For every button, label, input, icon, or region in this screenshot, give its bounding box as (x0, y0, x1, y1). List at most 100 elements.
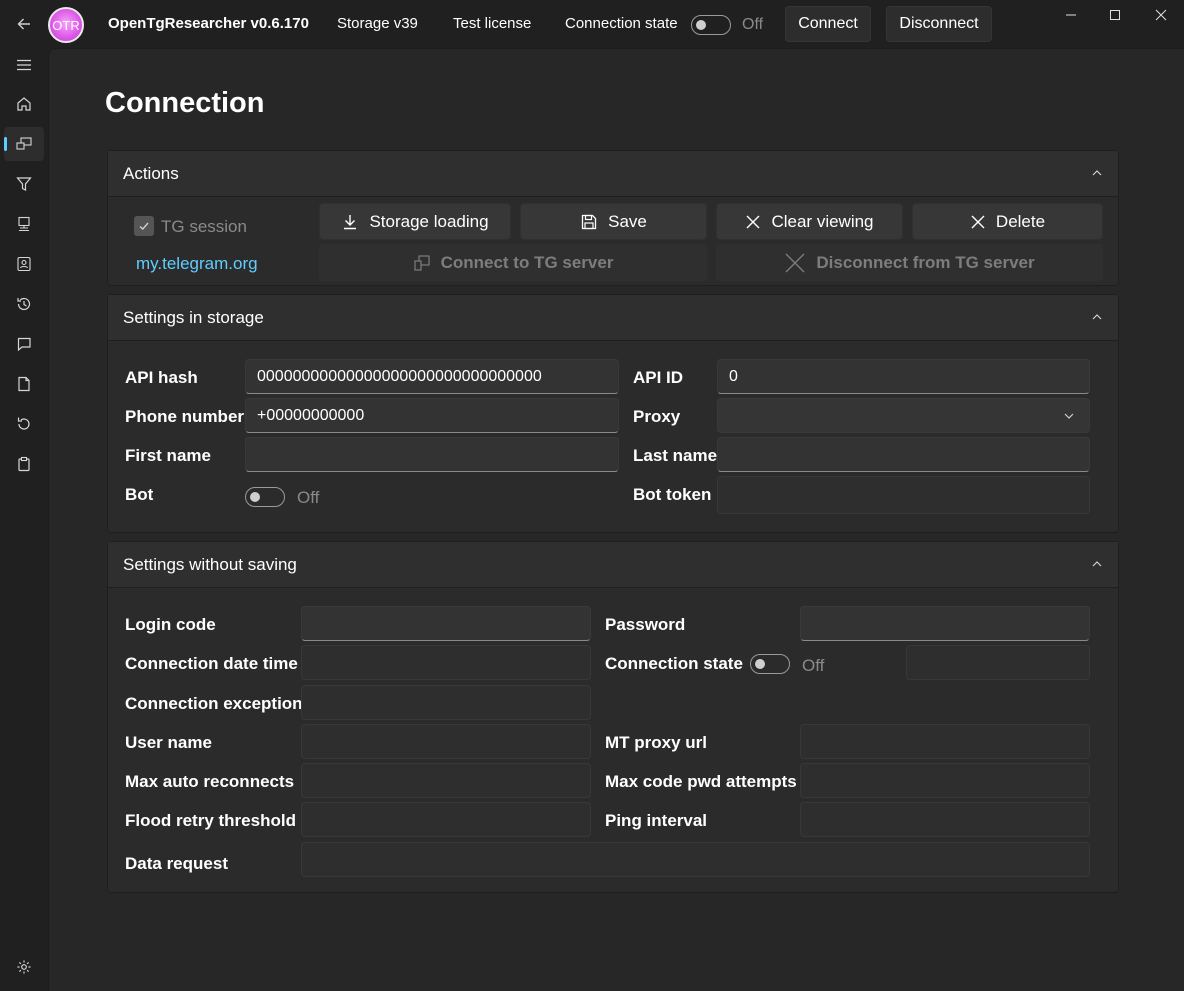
app-title: OpenTgResearcher v0.6.170 (108, 15, 309, 32)
api-hash-input[interactable]: 00000000000000000000000000000000 (245, 359, 619, 394)
last-name-label: Last name (633, 446, 718, 465)
contacts-icon (17, 256, 31, 272)
close-icon (1155, 9, 1167, 21)
clear-viewing-label: Clear viewing (771, 211, 874, 231)
clear-viewing-button[interactable]: Clear viewing (716, 203, 903, 240)
mt-proxy-url-field (800, 724, 1090, 759)
first-name-label: First name (125, 446, 211, 465)
chevron-up-icon[interactable] (1090, 557, 1104, 571)
actions-panel: Actions TG session my.telegram.org Stora… (107, 150, 1119, 286)
flood-retry-threshold-label: Flood retry threshold (125, 811, 296, 830)
nosave-settings-header[interactable]: Settings without saving (108, 542, 1118, 588)
sidebar-item-connection[interactable] (4, 127, 44, 161)
connection-icon (413, 254, 430, 271)
nosave-settings-panel: Settings without saving Login code Passw… (107, 541, 1119, 893)
download-icon (344, 214, 357, 229)
sidebar-item-clipboard[interactable] (4, 447, 44, 481)
connection-state-field (906, 645, 1090, 680)
sidebar-item-filter[interactable] (4, 167, 44, 201)
storage-settings-header-title: Settings in storage (123, 307, 264, 327)
app-logo-text: OTR (52, 17, 80, 33)
connection-exception-label: Connection exception (125, 694, 303, 713)
bot-token-input[interactable] (717, 476, 1090, 514)
sidebar-item-home[interactable] (4, 87, 44, 121)
home-icon (17, 97, 31, 111)
sidebar-menu[interactable] (4, 48, 44, 82)
arrow-left-icon (17, 18, 30, 30)
login-code-label: Login code (125, 615, 216, 634)
connection-datetime-label: Connection date time (125, 654, 298, 673)
save-icon (581, 214, 597, 229)
max-auto-reconnects-label: Max auto reconnects (125, 772, 295, 791)
bot-label: Bot (125, 485, 154, 504)
minimize-button[interactable] (1056, 4, 1086, 26)
nosave-settings-header-title: Settings without saving (123, 554, 297, 574)
save-button[interactable]: Save (520, 203, 707, 240)
bot-state: Off (297, 488, 320, 507)
proxy-select[interactable] (717, 398, 1090, 433)
sidebar-item-client[interactable] (4, 207, 44, 241)
storage-settings-header[interactable]: Settings in storage (108, 295, 1118, 341)
mt-proxy-url-label: MT proxy url (605, 733, 708, 752)
checkmark-icon (139, 222, 149, 230)
sidebar-item-chat[interactable] (4, 327, 44, 361)
minimize-icon (1066, 14, 1076, 16)
storage-loading-button[interactable]: Storage loading (319, 203, 511, 240)
bot-toggle[interactable] (245, 487, 285, 507)
disconnect-button[interactable]: Disconnect (886, 6, 992, 42)
document-icon (18, 376, 30, 392)
disconnect-tg-server-button[interactable]: Disconnect from TG server (716, 244, 1103, 281)
connect-tg-server-button[interactable]: Connect to TG server (319, 244, 707, 281)
sidebar-item-settings[interactable] (4, 950, 44, 984)
chevron-up-icon[interactable] (1090, 166, 1104, 180)
user-name-label: User name (125, 733, 212, 752)
max-code-pwd-attempts-label: Max code pwd attempts (605, 772, 797, 791)
sidebar (0, 48, 48, 991)
delete-button[interactable]: Delete (912, 203, 1103, 240)
connection-icon (16, 137, 32, 150)
sidebar-item-contacts[interactable] (4, 247, 44, 281)
connect-button[interactable]: Connect (785, 6, 871, 42)
actions-header[interactable]: Actions (108, 151, 1118, 197)
telegram-org-link[interactable]: my.telegram.org (136, 254, 258, 274)
phone-number-input[interactable]: +00000000000 (245, 398, 619, 433)
history-icon (17, 297, 31, 311)
license-label: Test license (453, 15, 532, 32)
chat-icon (17, 337, 31, 352)
password-label: Password (605, 615, 686, 634)
first-name-input[interactable] (245, 437, 619, 472)
clipboard-icon (18, 456, 30, 472)
api-id-input[interactable]: 0 (717, 359, 1090, 394)
login-code-input[interactable] (301, 606, 591, 641)
filter-icon (16, 177, 32, 191)
data-request-field (301, 842, 1090, 877)
disconnect-tg-server-label: Disconnect from TG server (816, 252, 1035, 272)
content-area: Connection Actions TG session my.telegra… (48, 48, 1184, 991)
client-icon (18, 216, 30, 232)
proxy-label: Proxy (633, 407, 681, 426)
sidebar-item-refresh[interactable] (4, 407, 44, 441)
tg-session-checkbox[interactable] (134, 216, 154, 236)
maximize-button[interactable] (1100, 4, 1130, 26)
password-input[interactable] (800, 606, 1090, 641)
connection-state-value-2: Off (802, 656, 825, 675)
close-window-button[interactable] (1146, 4, 1176, 26)
last-name-input[interactable] (717, 437, 1090, 472)
phone-number-label: Phone number (125, 407, 245, 426)
ping-interval-field (800, 802, 1090, 837)
storage-settings-panel: Settings in storage API hash 00000000000… (107, 294, 1119, 533)
sidebar-item-document[interactable] (4, 367, 44, 401)
chevron-up-icon[interactable] (1090, 310, 1104, 324)
back-button[interactable] (8, 8, 40, 40)
connection-state-toggle[interactable] (691, 15, 731, 35)
close-icon (785, 253, 805, 272)
bot-token-label: Bot token (633, 485, 712, 504)
app-logo: OTR (48, 7, 84, 43)
sidebar-item-history[interactable] (4, 287, 44, 321)
tg-session-label: TG session (161, 217, 247, 236)
connection-state-value: Off (742, 16, 764, 33)
connection-state-toggle-2[interactable] (750, 654, 790, 674)
storage-version: Storage v39 (337, 15, 418, 32)
chevron-down-icon (1064, 413, 1074, 419)
data-request-label: Data request (125, 854, 228, 873)
